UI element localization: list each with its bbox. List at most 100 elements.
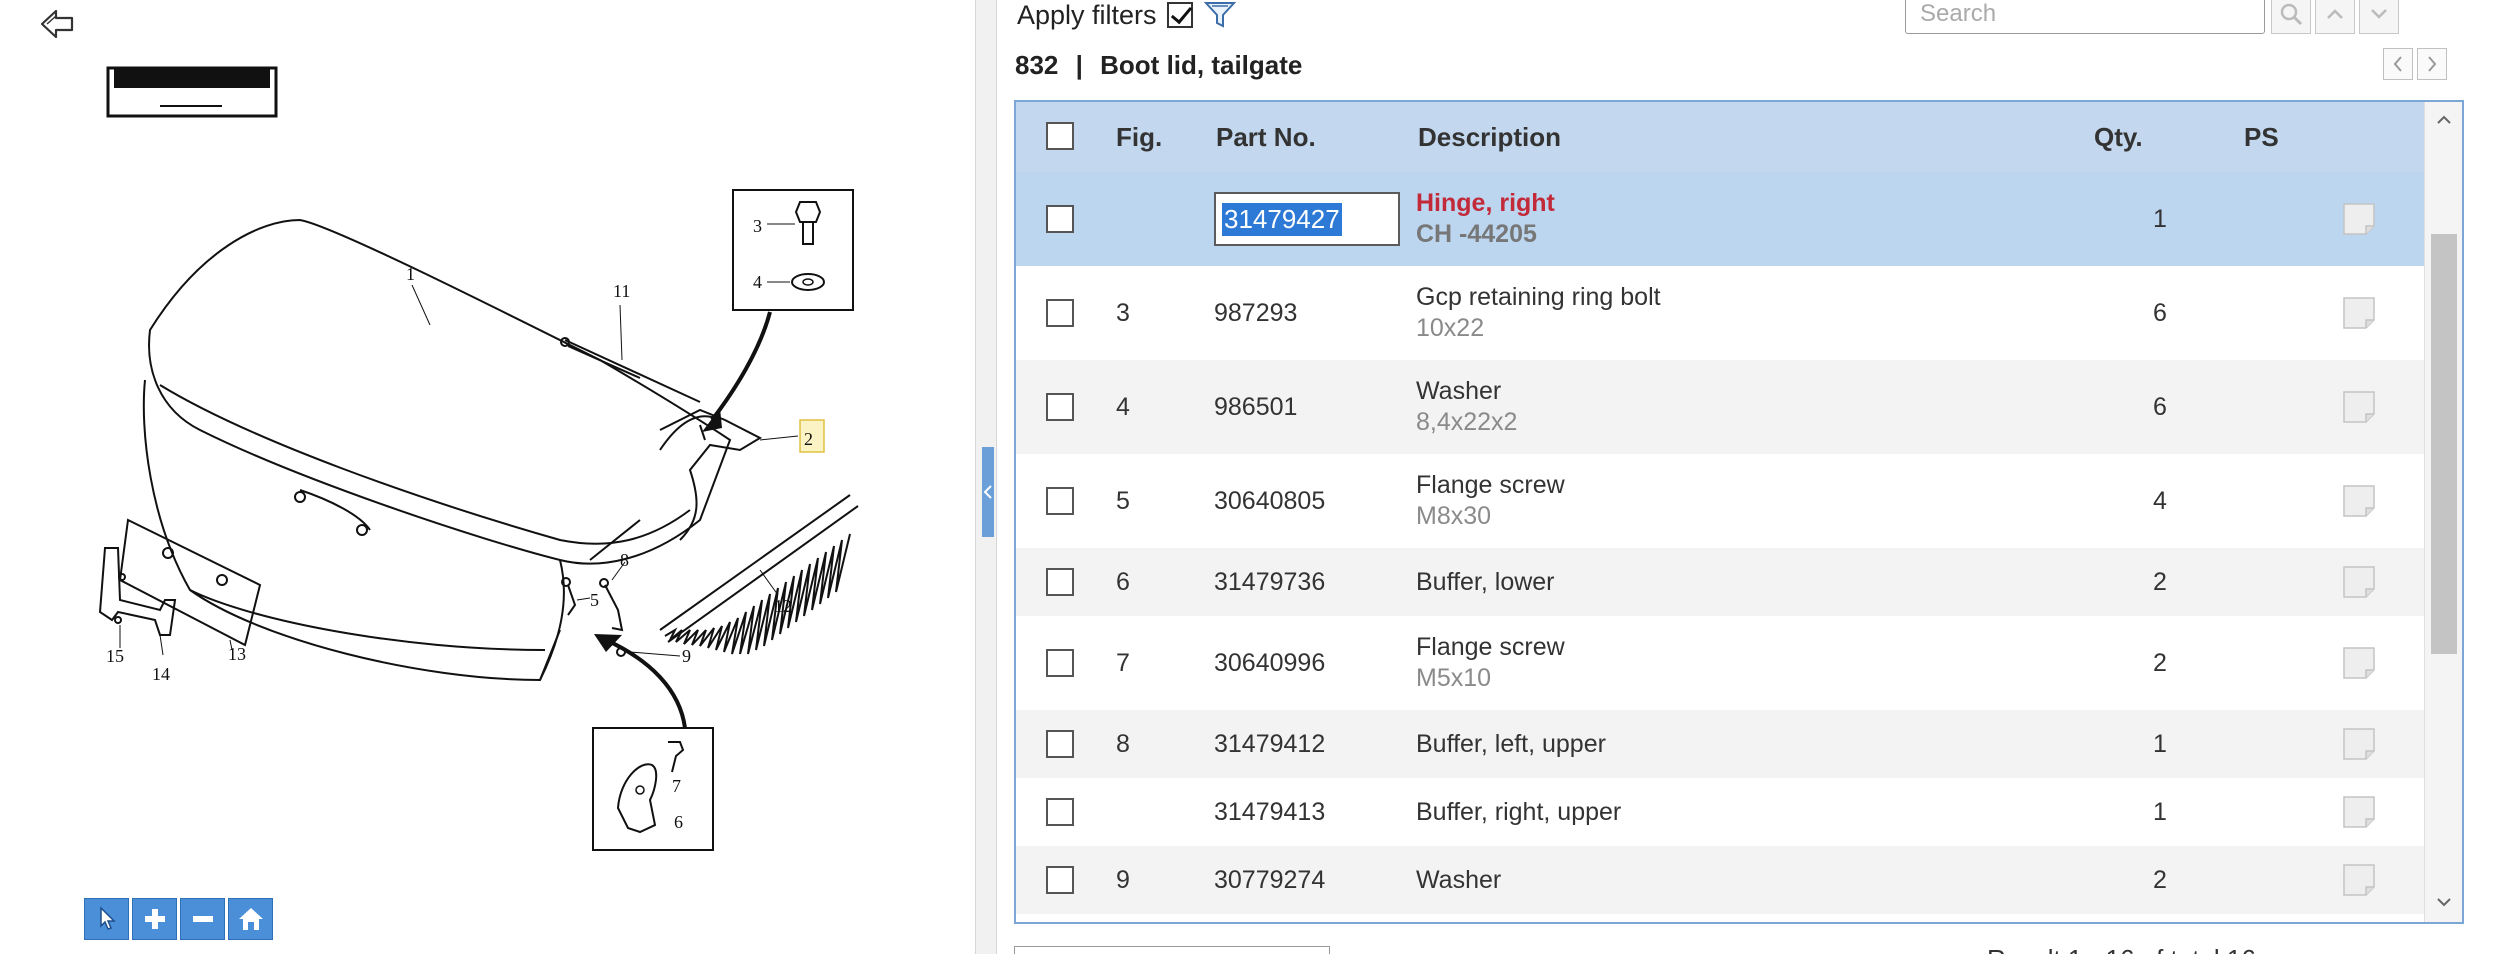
note-icon[interactable] [2342,646,2376,680]
column-header-description[interactable]: Description [1418,122,1561,153]
row-partno[interactable]: 30640996 [1214,649,1325,678]
note-icon[interactable] [2342,795,2376,829]
note-icon[interactable] [2342,202,2376,236]
row-qty: 2 [2153,568,2167,596]
plus-icon [144,909,165,929]
funnel-icon[interactable] [1203,0,1237,30]
previous-result-button[interactable] [2315,0,2355,34]
row-checkbox[interactable] [1046,568,1074,596]
table-row[interactable]: 31479413 Buffer, right, upper 1 [1016,778,2424,846]
row-qty: 1 [2153,798,2167,826]
chevron-up-icon [2327,9,2343,19]
column-header-partno[interactable]: Part No. [1216,122,1316,153]
note-icon[interactable] [2342,390,2376,424]
column-header-ps[interactable]: PS [2244,122,2279,153]
parts-panel: Apply filters 832 | Boot lid, tailgate [997,0,2500,954]
row-fig: 9 [1116,866,1130,894]
row-partno[interactable]: 986501 [1214,393,1297,422]
select-tool-button[interactable] [84,898,129,940]
callout-label: 4 [753,272,762,292]
panel-splitter[interactable] [975,0,997,954]
note-icon[interactable] [2342,296,2376,330]
row-checkbox[interactable] [1046,730,1074,758]
torsion-spring-drawing [659,494,859,655]
row-checkbox[interactable] [1046,393,1074,421]
search-input[interactable] [1905,0,2265,34]
apply-filters-checkbox[interactable] [1166,2,1193,28]
row-qty: 2 [2153,866,2167,894]
table-row[interactable]: 4 986501 Washer 8,4x22x2 6 [1016,360,2424,454]
callout-label: 3 [753,216,762,236]
callout-label: 6 [674,812,683,832]
column-header-qty[interactable]: Qty. [2094,122,2143,153]
note-icon[interactable] [2342,484,2376,518]
scroll-down-button[interactable] [2434,892,2454,912]
zoom-reset-button[interactable] [228,898,273,940]
zoom-out-button[interactable] [180,898,225,940]
row-fig: 8 [1116,730,1130,758]
callout-label: 15 [106,646,124,666]
table-header: Fig. Part No. Description Qty. PS [1016,102,2424,173]
row-description-detail: 8,4x22x2 [1416,408,1518,436]
table-row[interactable]: 31479427 Hinge, right CH -44205 1 [1016,172,2424,266]
row-partno[interactable]: 31479412 [1214,730,1325,759]
row-description: Gcp retaining ring bolt [1416,283,1661,311]
note-icon[interactable] [2342,727,2376,761]
table-row[interactable]: 7 30640996 Flange screw M5x10 2 [1016,616,2424,710]
table-scrollbar[interactable] [2424,102,2462,922]
callout-label: 9 [682,646,691,666]
column-header-fig[interactable]: Fig. [1116,122,1162,153]
table-row[interactable]: 9 30779274 Washer 2 [1016,846,2424,914]
next-result-button[interactable] [2359,0,2399,34]
note-icon[interactable] [2342,565,2376,599]
note-icon[interactable] [2342,863,2376,897]
select-all-checkbox[interactable] [1046,122,1074,150]
diagram-zoom-toolbar [84,898,273,940]
row-checkbox[interactable] [1046,649,1074,677]
section-separator: | [1075,50,1083,80]
row-checkbox[interactable] [1046,866,1074,894]
chevron-down-icon [2371,9,2387,19]
leader-lines [119,284,799,657]
row-partno[interactable]: 31479736 [1214,568,1325,597]
row-partno[interactable]: 30779274 [1214,866,1325,895]
zoom-in-button[interactable] [132,898,177,940]
row-qty: 2 [2153,649,2167,677]
row-description-detail: M5x10 [1416,664,1492,692]
row-checkbox[interactable] [1046,299,1074,327]
row-qty: 6 [2153,393,2167,421]
table-row[interactable]: 6 31479736 Buffer, lower 2 [1016,548,2424,616]
row-partno[interactable]: 987293 [1214,299,1297,328]
scroll-up-button[interactable] [2434,110,2454,130]
row-checkbox[interactable] [1046,798,1074,826]
table-row[interactable]: 5 30640805 Flange screw M8x30 4 [1016,454,2424,548]
row-fig: 6 [1116,568,1130,596]
section-name: Boot lid, tailgate [1100,50,1303,80]
collapse-panel-button[interactable] [982,447,994,537]
row-checkbox[interactable] [1046,487,1074,515]
page-size-select[interactable] [1014,946,1330,954]
row-description: Washer [1416,377,1502,405]
row-fig: 7 [1116,649,1130,677]
row-partno[interactable]: 30640805 [1214,487,1325,516]
exploded-parts-diagram: 1 2 3 4 5 6 7 8 9 11 12 13 14 15 [98,66,859,851]
previous-section-button[interactable] [2383,48,2413,80]
scrollbar-thumb[interactable] [2431,234,2457,654]
row-fig: 4 [1116,393,1130,421]
next-section-button[interactable] [2417,48,2447,80]
table-row[interactable]: 3 987293 Gcp retaining ring bolt 10x22 6 [1016,266,2424,360]
row-partno: 31479427 [1222,203,1342,236]
row-partno[interactable]: 31479413 [1214,798,1325,827]
row-qty: 6 [2153,299,2167,327]
row-checkbox[interactable] [1046,205,1074,233]
callout-label: 5 [590,590,599,610]
row-description: Hinge, right [1416,189,1555,217]
plate-bracket-drawing [98,518,262,647]
chevron-left-icon [983,485,992,499]
table-row[interactable]: 8 31479412 Buffer, left, upper 1 [1016,710,2424,778]
parts-table: Fig. Part No. Description Qty. PS 314794… [1014,100,2464,924]
search-button[interactable] [2271,0,2311,34]
partno-edit-field[interactable]: 31479427 [1214,192,1400,246]
callout-label: 7 [672,776,681,796]
row-description: Buffer, lower [1416,568,1555,596]
